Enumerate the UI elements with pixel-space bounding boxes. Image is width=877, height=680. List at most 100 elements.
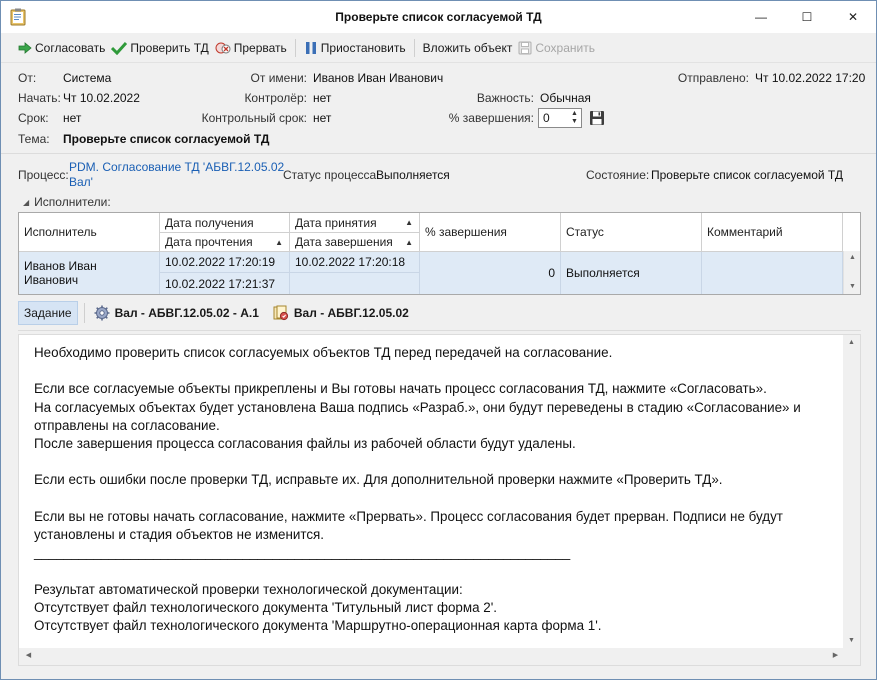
task-text-line: Отсутствует файл технологического докуме… — [34, 617, 602, 633]
scroll-up-icon[interactable]: ▲ — [844, 251, 861, 265]
col-finished-header[interactable]: Дата завершения ▲ — [290, 233, 420, 252]
cell-finished[interactable] — [290, 273, 420, 294]
cell-received[interactable]: 10.02.2022 17:20:19 — [160, 252, 290, 273]
col-comment-header[interactable]: Комментарий — [702, 213, 843, 252]
cell-status[interactable]: Выполняется — [561, 252, 702, 294]
pause-label: Приостановить — [320, 40, 406, 55]
task-text-line: установлены и стадия объектов не изменит… — [34, 526, 325, 542]
tab-shaft-label: Вал - АБВГ.12.05.02 — [293, 306, 409, 320]
due-value: нет — [63, 111, 82, 125]
check-td-label: Проверить ТД — [130, 40, 209, 55]
minimize-button[interactable]: — — [738, 1, 784, 33]
task-text-line: Если есть ошибки после проверки ТД, испр… — [34, 472, 723, 488]
col-read-label: Дата прочтения — [165, 235, 253, 249]
process-link[interactable]: PDM. Согласование ТД 'АБВГ.12.05.02 — [69, 160, 284, 174]
process-status-label: Статус процесса: — [283, 168, 380, 182]
process-link-cont[interactable]: Вал' — [69, 175, 93, 189]
green-arrow-icon — [18, 41, 32, 54]
collapse-triangle-icon[interactable]: ◢ — [23, 198, 29, 207]
completion-value[interactable]: 0 — [543, 111, 550, 125]
state-value: Проверьте список согласуемой ТД — [651, 168, 843, 182]
col-accepted-header[interactable]: Дата принятия ▲ — [290, 213, 420, 233]
sent-label: Отправлено: — [677, 71, 749, 85]
save-button[interactable]: Сохранить — [515, 37, 598, 59]
sort-up-icon: ▲ — [405, 237, 413, 247]
clipboard-app-icon — [10, 8, 26, 26]
task-text-line: ________________________________________… — [34, 545, 571, 561]
pause-button[interactable]: Приостановить — [301, 37, 409, 59]
save-completion-icon[interactable] — [589, 110, 605, 126]
scroll-down-icon[interactable]: ▼ — [843, 634, 860, 648]
cell-percent[interactable]: 0 — [420, 252, 561, 294]
abort-label: Прервать — [233, 40, 287, 55]
scroll-right-icon[interactable]: ▶ — [827, 649, 844, 663]
col-read-header[interactable]: Дата прочтения ▲ — [160, 233, 290, 252]
col-accepted-label: Дата принятия — [295, 215, 377, 230]
state-label: Состояние: — [586, 168, 650, 182]
col-status-header[interactable]: Статус — [561, 213, 702, 252]
header-filler — [843, 213, 860, 252]
spin-up-icon[interactable]: ▲ — [569, 110, 580, 118]
task-text-area[interactable]: Необходимо проверить список согласуемых … — [18, 334, 861, 666]
divider — [18, 330, 861, 331]
col-finished-label: Дата завершения — [295, 235, 393, 249]
from-label: От: — [18, 71, 37, 85]
attachments-tabs: Задание Вал - АБВГ.12.05.02 - А.1 Вал - … — [18, 300, 861, 326]
toolbar-separator — [294, 38, 296, 57]
cell-read[interactable]: 10.02.2022 17:21:37 — [160, 273, 290, 294]
control-due-label: Контрольный срок: — [201, 111, 307, 125]
cell-comment[interactable] — [702, 252, 843, 294]
col-percent-header[interactable]: % завершения — [420, 213, 561, 252]
subject-label: Тема: — [18, 132, 50, 146]
scroll-down-icon[interactable]: ▼ — [844, 280, 861, 294]
document-set-icon — [273, 305, 288, 321]
save-label: Сохранить — [535, 40, 595, 55]
cell-executor[interactable]: Иванов Иван Иванович — [19, 252, 160, 294]
process-label: Процесс: — [18, 168, 69, 182]
task-text-line: Отсутствует файл технологического докуме… — [34, 599, 497, 615]
executors-table: Исполнитель Дата получения Дата прочтени… — [18, 212, 861, 295]
cell-accepted[interactable]: 10.02.2022 17:20:18 — [290, 252, 420, 273]
start-value: Чт 10.02.2022 — [63, 91, 140, 105]
executors-section-label: Исполнители: — [34, 195, 111, 209]
pause-icon — [305, 41, 316, 54]
abort-icon — [215, 42, 231, 53]
task-text-body[interactable]: Необходимо проверить список согласуемых … — [34, 344, 834, 635]
approve-button[interactable]: Согласовать — [15, 37, 108, 59]
start-label: Начать: — [18, 91, 61, 105]
tab-shaft-a1[interactable]: Вал - АБВГ.12.05.02 - А.1 — [94, 305, 259, 321]
task-text-line — [34, 362, 834, 380]
subject-value: Проверьте список согласуемой ТД — [63, 132, 270, 146]
executors-section-toggle[interactable]: ◢ Исполнители: — [23, 195, 111, 209]
toolbar: Согласовать Проверить ТД Прервать Приост… — [1, 33, 876, 63]
sort-up-icon: ▲ — [275, 237, 283, 247]
check-td-button[interactable]: Проверить ТД — [108, 37, 211, 59]
completion-spinner[interactable]: 0 ▲ ▼ — [538, 108, 582, 128]
gear-icon — [94, 305, 110, 321]
tab-task[interactable]: Задание — [18, 301, 78, 325]
save-icon — [518, 41, 532, 54]
task-window: Проверьте список согласуемой ТД — ☐ ✕ Со… — [0, 0, 877, 680]
approve-label: Согласовать — [35, 40, 106, 55]
text-vertical-scrollbar[interactable]: ▲ ▼ — [843, 335, 860, 649]
scroll-left-icon[interactable]: ◀ — [20, 649, 37, 663]
close-button[interactable]: ✕ — [830, 1, 876, 33]
scroll-up-icon[interactable]: ▲ — [843, 336, 860, 350]
col-received-header[interactable]: Дата получения — [160, 213, 290, 233]
tab-shaft[interactable]: Вал - АБВГ.12.05.02 — [273, 305, 409, 321]
divider — [1, 153, 876, 154]
on-behalf-label: От имени: — [250, 71, 307, 85]
attach-object-button[interactable]: Вложить объект — [420, 37, 516, 59]
attach-object-label: Вложить объект — [422, 40, 513, 55]
task-text-line: Результат автоматической проверки технол… — [34, 581, 463, 597]
abort-button[interactable]: Прервать — [212, 37, 290, 59]
task-text-line — [34, 562, 834, 580]
maximize-button[interactable]: ☐ — [784, 1, 830, 33]
col-executor-header[interactable]: Исполнитель — [19, 213, 160, 252]
scroll-corner — [843, 648, 860, 665]
task-text-line — [34, 490, 834, 508]
text-horizontal-scrollbar[interactable]: ◀ ▶ — [19, 648, 845, 665]
tab-separator — [83, 303, 85, 323]
table-scrollbar[interactable]: ▲ ▼ — [843, 251, 860, 294]
spin-down-icon[interactable]: ▼ — [569, 118, 580, 126]
